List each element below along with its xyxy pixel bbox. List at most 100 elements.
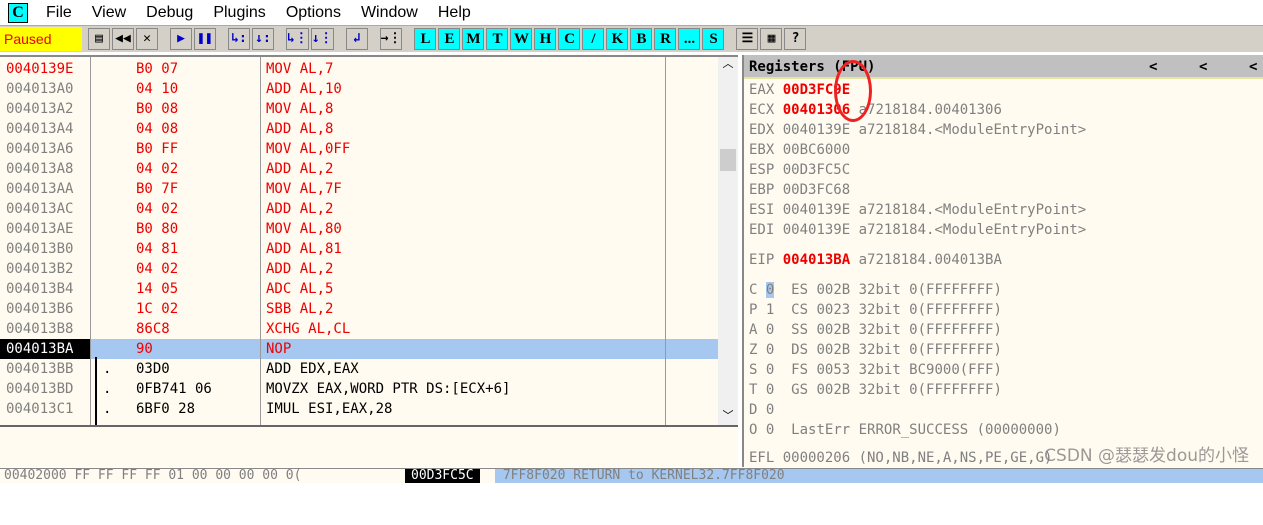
flag-c[interactable]: C 0 ES 002B 32bit 0(FFFFFFFF) <box>749 280 1002 300</box>
menu-debug[interactable]: Debug <box>136 3 203 23</box>
menu-options[interactable]: Options <box>276 3 351 23</box>
window-button-10[interactable]: R <box>654 28 677 50</box>
disassembly-pane[interactable]: 0040139E B0 07 MOV AL,7 004013A0 04 10 ADD AL… <box>0 55 738 425</box>
scroll-up-icon[interactable]: ︿ <box>718 57 738 71</box>
window-button-11[interactable]: ... <box>678 28 701 50</box>
register-value[interactable]: 004013BA <box>783 252 850 268</box>
registers-header[interactable]: Registers (FPU) < < < <box>744 55 1263 79</box>
close-icon[interactable]: ✕ <box>136 28 158 50</box>
trace-over-icon[interactable]: ↓⋮ <box>310 28 334 50</box>
execute-till-return-icon[interactable]: ↲ <box>345 28 368 50</box>
table-row[interactable]: 004013B6 1C 02 SBB AL,2 <box>0 299 718 319</box>
stack-line: 7FF8F020 RETURN to KERNEL32.7FF8F020 <box>495 469 1263 483</box>
table-row[interactable]: 004013B4 14 05 ADC AL,5 <box>0 279 718 299</box>
menu-file[interactable]: File <box>36 3 82 23</box>
scroll-thumb[interactable] <box>720 149 736 171</box>
flag-t[interactable]: T 0 GS 002B 32bit 0(FFFFFFFF) <box>749 380 1002 400</box>
eflags[interactable]: EFL 00000206 (NO,NB,NE,A,NS,PE,GE,G) <box>749 448 1052 468</box>
window-button-7[interactable]: / <box>582 28 605 50</box>
register-edx[interactable]: EDX 0040139E a7218184.<ModuleEntryPoint> <box>749 120 1086 140</box>
register-ebp[interactable]: EBP 00D3FC68 <box>749 180 859 200</box>
table-row[interactable]: 004013BB. 03D0 ADD EDX,EAX <box>0 359 718 379</box>
table-row[interactable]: 004013A8 04 02 ADD AL,2 <box>0 159 718 179</box>
window-button-0[interactable]: L <box>414 28 437 50</box>
table-row[interactable]: 004013B8 86C8 XCHG AL,CL <box>0 319 718 339</box>
table-row[interactable]: 004013AC 04 02 ADD AL,2 <box>0 199 718 219</box>
arrow-left-icon[interactable]: < <box>1149 55 1157 79</box>
table-row[interactable]: 004013B2 04 02 ADD AL,2 <box>0 259 718 279</box>
list-icon[interactable]: ☰ <box>736 28 759 50</box>
window-button-12[interactable]: S <box>702 28 725 50</box>
flag-a[interactable]: A 0 SS 002B 32bit 0(FFFFFFFF) <box>749 320 1002 340</box>
flag-s[interactable]: S 0 FS 0053 32bit BC9000(FFF) <box>749 360 1002 380</box>
window-button-4[interactable]: W <box>510 28 533 50</box>
table-row[interactable]: 004013A2 B0 08 MOV AL,8 <box>0 99 718 119</box>
menu-window[interactable]: Window <box>351 3 428 23</box>
window-button-8[interactable]: K <box>606 28 629 50</box>
bottom-panes: 00402000 FF FF FF FF 01 00 00 00 00 0( 0… <box>0 468 1263 483</box>
register-edi[interactable]: EDI 0040139E a7218184.<ModuleEntryPoint> <box>749 220 1086 240</box>
register-name: EDI <box>749 222 775 238</box>
flag-value[interactable]: 0 <box>766 342 774 358</box>
register-esp[interactable]: ESP 00D3FC5C <box>749 160 859 180</box>
register-value[interactable]: 00BC6000 <box>783 142 850 158</box>
table-row[interactable]: 0040139E B0 07 MOV AL,7 <box>0 59 718 79</box>
window-button-5[interactable]: H <box>534 28 557 50</box>
row-instruction: XCHG AL,CL <box>266 321 351 337</box>
colors-icon[interactable]: ▦ <box>760 28 783 50</box>
arrow-left-icon[interactable]: < <box>1249 55 1257 79</box>
window-button-3[interactable]: T <box>486 28 509 50</box>
goto-icon[interactable]: →⋮ <box>379 28 403 50</box>
register-value[interactable]: 0040139E <box>783 122 850 138</box>
flag-value[interactable]: 0 <box>765 282 775 298</box>
open-icon[interactable]: ▤ <box>88 28 110 50</box>
disasm-scrollbar[interactable]: ︿ ﹀ <box>718 57 738 425</box>
flag-value[interactable]: 0 <box>766 322 774 338</box>
register-ecx[interactable]: ECX 00401306 a7218184.00401306 <box>749 100 1002 120</box>
register-value[interactable]: 0040139E <box>783 202 850 218</box>
table-row[interactable]: 004013A0 04 10 ADD AL,10 <box>0 79 718 99</box>
table-row[interactable]: 004013AA B0 7F MOV AL,7F <box>0 179 718 199</box>
table-row[interactable]: 004013A6 B0 FF MOV AL,0FF <box>0 139 718 159</box>
flag-value[interactable]: 1 <box>766 302 774 318</box>
restart-icon[interactable]: ◀◀ <box>112 28 134 50</box>
flag-value[interactable]: 0 <box>766 402 774 418</box>
register-value[interactable]: 0040139E <box>783 222 850 238</box>
register-value[interactable]: 00D3FC5C <box>783 162 850 178</box>
window-button-9[interactable]: B <box>630 28 653 50</box>
flag-z[interactable]: Z 0 DS 002B 32bit 0(FFFFFFFF) <box>749 340 1002 360</box>
register-value[interactable]: 00D3FC68 <box>783 182 850 198</box>
table-row[interactable]: 004013BA 90 NOP <box>0 339 718 359</box>
arrow-left-icon[interactable]: < <box>1199 55 1207 79</box>
register-eip[interactable]: EIP 004013BA a7218184.004013BA <box>749 250 1002 270</box>
register-ebx[interactable]: EBX 00BC6000 <box>749 140 859 160</box>
help-icon[interactable]: ? <box>784 28 807 50</box>
flag-value[interactable]: 0 <box>766 382 774 398</box>
register-name: ECX <box>749 102 775 118</box>
pause-icon[interactable]: ❚❚ <box>194 28 216 50</box>
run-icon[interactable]: ▶ <box>170 28 192 50</box>
window-button-1[interactable]: E <box>438 28 461 50</box>
table-row[interactable]: 004013A4 04 08 ADD AL,8 <box>0 119 718 139</box>
trace-into-icon[interactable]: ↳⋮ <box>286 28 309 50</box>
menu-plugins[interactable]: Plugins <box>203 3 275 23</box>
window-button-2[interactable]: M <box>462 28 485 50</box>
table-row[interactable]: 004013AE B0 80 MOV AL,80 <box>0 219 718 239</box>
register-comment: a7218184.004013BA <box>858 252 1002 268</box>
table-row[interactable]: 004013C1. 6BF0 28 IMUL ESI,EAX,28 <box>0 399 718 419</box>
flag-value[interactable]: 0 <box>766 362 774 378</box>
flag-p[interactable]: P 1 CS 0023 32bit 0(FFFFFFFF) <box>749 300 1002 320</box>
register-esi[interactable]: ESI 0040139E a7218184.<ModuleEntryPoint> <box>749 200 1086 220</box>
flag-d[interactable]: D 0 <box>749 400 791 420</box>
menu-help[interactable]: Help <box>428 3 481 23</box>
window-button-6[interactable]: C <box>558 28 581 50</box>
flag-o[interactable]: O 0 LastErr ERROR_SUCCESS (00000000) <box>749 420 1061 440</box>
step-over-icon[interactable]: ↓: <box>252 28 274 50</box>
menu-view[interactable]: View <box>82 3 136 23</box>
table-row[interactable]: 004013B0 04 81 ADD AL,81 <box>0 239 718 259</box>
registers-pane[interactable]: Registers (FPU) < < < EAX 00D3FC9E ECX 0… <box>742 55 1263 467</box>
flag-value[interactable]: 0 <box>766 422 774 438</box>
scroll-down-icon[interactable]: ﹀ <box>718 409 738 423</box>
step-into-icon[interactable]: ↳: <box>228 28 250 50</box>
table-row[interactable]: 004013BD. 0FB741 06 MOVZX EAX,WORD PTR DS:… <box>0 379 718 399</box>
